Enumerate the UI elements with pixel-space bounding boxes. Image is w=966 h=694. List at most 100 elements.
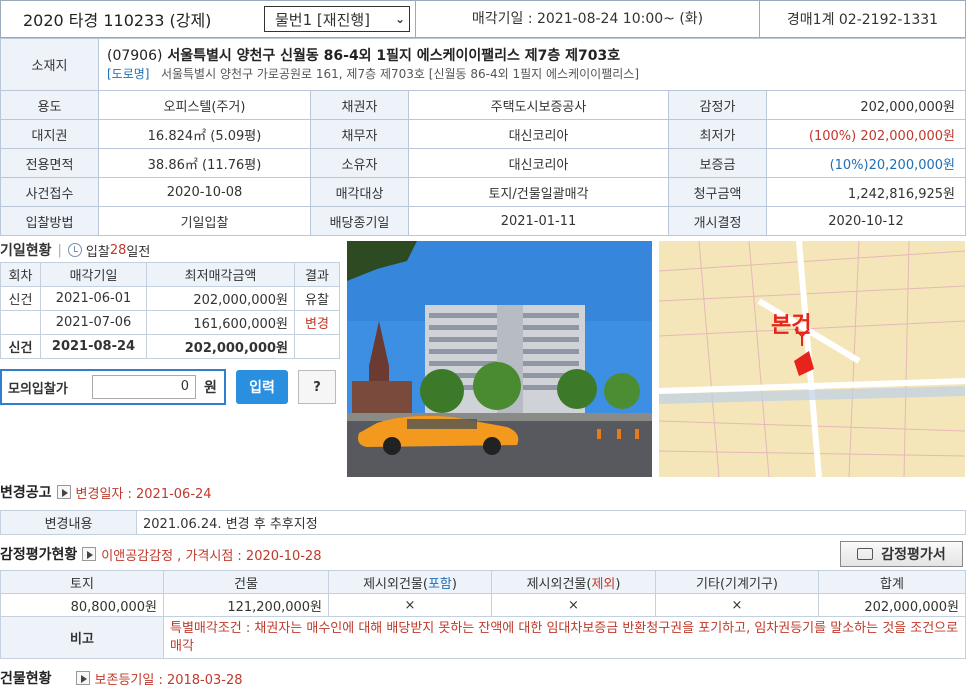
table-row: 신건 2021-06-01 202,000,000원 유찰 bbox=[0, 286, 340, 311]
address-zip: (07906) bbox=[107, 47, 163, 64]
bid-history-table: 회차 매각기일 최저매각금액 결과 신건 2021-06-01 202,000,… bbox=[0, 262, 340, 359]
col-result: 결과 bbox=[294, 262, 340, 287]
document-icon bbox=[857, 548, 874, 560]
result: 유찰 bbox=[294, 286, 340, 311]
mock-bid-input[interactable]: 0 bbox=[92, 375, 196, 399]
info-label: 감정가 bbox=[668, 90, 767, 120]
bid-submit-button[interactable]: 입력 bbox=[236, 370, 288, 404]
info-label: 입찰방법 bbox=[0, 206, 99, 236]
sale-date: 매각기일 : 2021-08-24 10:00~ (화) bbox=[415, 0, 760, 38]
mock-bid-label: 모의입찰가 bbox=[8, 381, 68, 397]
info-label: 용도 bbox=[0, 90, 99, 120]
info-value: 2021-01-11 bbox=[408, 206, 669, 236]
mock-bid: 모의입찰가 0 원 입력 ? bbox=[0, 368, 340, 406]
divider: | bbox=[57, 242, 62, 258]
info-label: 보증금 bbox=[668, 148, 767, 178]
change-notice-table: 변경내용 2021.06.24. 변경 후 추후지정 bbox=[0, 510, 966, 535]
date: 2021-06-01 bbox=[40, 286, 147, 311]
info-label: 채무자 bbox=[310, 119, 409, 149]
date: 2021-08-24 bbox=[40, 334, 147, 359]
info-label: 청구금액 bbox=[668, 177, 767, 207]
change-content-label: 변경내용 bbox=[0, 510, 137, 535]
info-label: 사건접수 bbox=[0, 177, 99, 207]
info-label: 채권자 bbox=[310, 90, 409, 120]
min-price-value: (100%) 202,000,000원 bbox=[766, 119, 966, 149]
table-row: 신건 2021-08-24 202,000,000원 bbox=[0, 334, 340, 359]
info-value: 토지/건물일괄매각 bbox=[408, 177, 669, 207]
info-value: 오피스텔(주거) bbox=[98, 90, 311, 120]
land-value: 80,800,000원 bbox=[0, 593, 164, 617]
info-value: 202,000,000원 bbox=[766, 90, 966, 120]
info-value: 38.86㎡ (11.76평) bbox=[98, 148, 311, 178]
bid-history-title: 기일현황 bbox=[0, 243, 52, 259]
appraisal-info: 이앤공감감정 , 가격시점 : 2020-10-28 bbox=[101, 548, 322, 564]
help-button[interactable]: ? bbox=[298, 370, 336, 404]
col-round: 회차 bbox=[0, 262, 41, 287]
item-select[interactable]: 물번1 [재진행] ⌄ bbox=[264, 6, 410, 32]
clock-icon bbox=[67, 243, 82, 257]
change-date: 변경일자 : 2021-06-24 bbox=[75, 486, 212, 502]
total-value: 202,000,000원 bbox=[818, 593, 966, 617]
location-map[interactable]: 본건 bbox=[659, 241, 965, 477]
appraisal-table: 토지 건물 제시외건물(포함) 제시외건물(제외) 기타(기계기구) 합계 80… bbox=[0, 570, 966, 659]
address-label: 소재지 bbox=[0, 38, 99, 91]
location-map-image bbox=[659, 241, 965, 477]
date: 2021-07-06 bbox=[40, 310, 147, 335]
case-header: 2020 타경 110233 (강제) 물번1 [재진행] ⌄ 매각기일 : 2… bbox=[0, 0, 966, 38]
play-arrow-icon[interactable] bbox=[82, 547, 97, 561]
col-etc: 기타(기계기구) bbox=[655, 570, 819, 594]
info-value: 2020-10-12 bbox=[766, 206, 966, 236]
round: 신건 bbox=[0, 334, 41, 359]
case-number: 2020 타경 110233 (강제) bbox=[23, 11, 212, 30]
col-extra-included: 제시외건물(포함) bbox=[328, 570, 492, 594]
address-cell: (07906) 서울특별시 양천구 신월동 86-4외 1필지 에스케이이팰리스… bbox=[98, 38, 966, 91]
special-condition-note: 특별매각조건 : 채권자는 매수인에 대해 배당받지 못하는 잔액에 대한 임대… bbox=[163, 616, 966, 659]
appraisal-report-button[interactable]: 감정평가서 bbox=[840, 541, 963, 567]
info-value: 대신코리아 bbox=[408, 119, 669, 149]
road-address: 서울특별시 양천구 가로공원로 161, 제7층 제703호 [신월동 86-4… bbox=[160, 66, 640, 81]
mock-bid-box: 모의입찰가 0 원 bbox=[0, 369, 226, 405]
price: 161,600,000원 bbox=[146, 310, 295, 335]
appraisal-header: 감정평가현황 이앤공감감정 , 가격시점 : 2020-10-28 감정평가서 bbox=[0, 540, 966, 568]
price: 202,000,000원 bbox=[146, 334, 295, 359]
registration-date: 보존등기일 : 2018-03-28 bbox=[94, 672, 243, 688]
property-photo[interactable] bbox=[347, 241, 652, 477]
building-title: 건물현황 bbox=[0, 671, 52, 687]
info-label: 최저가 bbox=[668, 119, 767, 149]
result bbox=[294, 334, 340, 359]
result: 변경 bbox=[294, 310, 340, 335]
info-value: 2020-10-08 bbox=[98, 177, 311, 207]
col-building: 건물 bbox=[163, 570, 329, 594]
item-select-value: 물번1 [재진행] bbox=[275, 10, 371, 29]
bid-history-header: 기일현황 | 입찰 28 일전 bbox=[0, 238, 340, 262]
etc-value: × bbox=[655, 593, 819, 617]
case-info-table: 소재지 (07906) 서울특별시 양천구 신월동 86-4외 1필지 에스케이… bbox=[0, 38, 966, 236]
info-label: 개시결정 bbox=[668, 206, 767, 236]
play-arrow-icon[interactable] bbox=[56, 485, 71, 499]
col-extra-excluded: 제시외건물(제외) bbox=[491, 570, 656, 594]
col-min-price: 최저매각금액 bbox=[146, 262, 295, 287]
court-dept: 경매1계 02-2192-1331 bbox=[786, 12, 939, 28]
road-tag: [도로명] bbox=[107, 66, 150, 81]
extra-included-value: × bbox=[328, 593, 492, 617]
note-label: 비고 bbox=[0, 616, 164, 659]
price: 202,000,000원 bbox=[146, 286, 295, 311]
info-label: 소유자 bbox=[310, 148, 409, 178]
deposit-value: (10%)20,200,000원 bbox=[766, 148, 966, 178]
col-date: 매각기일 bbox=[40, 262, 147, 287]
round: 신건 bbox=[0, 286, 41, 311]
col-total: 합계 bbox=[818, 570, 966, 594]
change-notice-header: 변경공고 변경일자 : 2021-06-24 bbox=[0, 480, 966, 504]
info-value: 주택도시보증공사 bbox=[408, 90, 669, 120]
days-left-num: 28 bbox=[109, 242, 127, 258]
info-value: 기일입찰 bbox=[98, 206, 311, 236]
info-label: 대지권 bbox=[0, 119, 99, 149]
appraisal-report-label: 감정평가서 bbox=[881, 547, 946, 563]
round bbox=[0, 310, 41, 335]
chevron-down-icon: ⌄ bbox=[394, 12, 405, 26]
info-value: 1,242,816,925원 bbox=[766, 177, 966, 207]
change-notice-title: 변경공고 bbox=[0, 485, 52, 501]
currency-unit: 원 bbox=[204, 380, 217, 396]
play-arrow-icon[interactable] bbox=[75, 671, 90, 685]
info-value: 대신코리아 bbox=[408, 148, 669, 178]
